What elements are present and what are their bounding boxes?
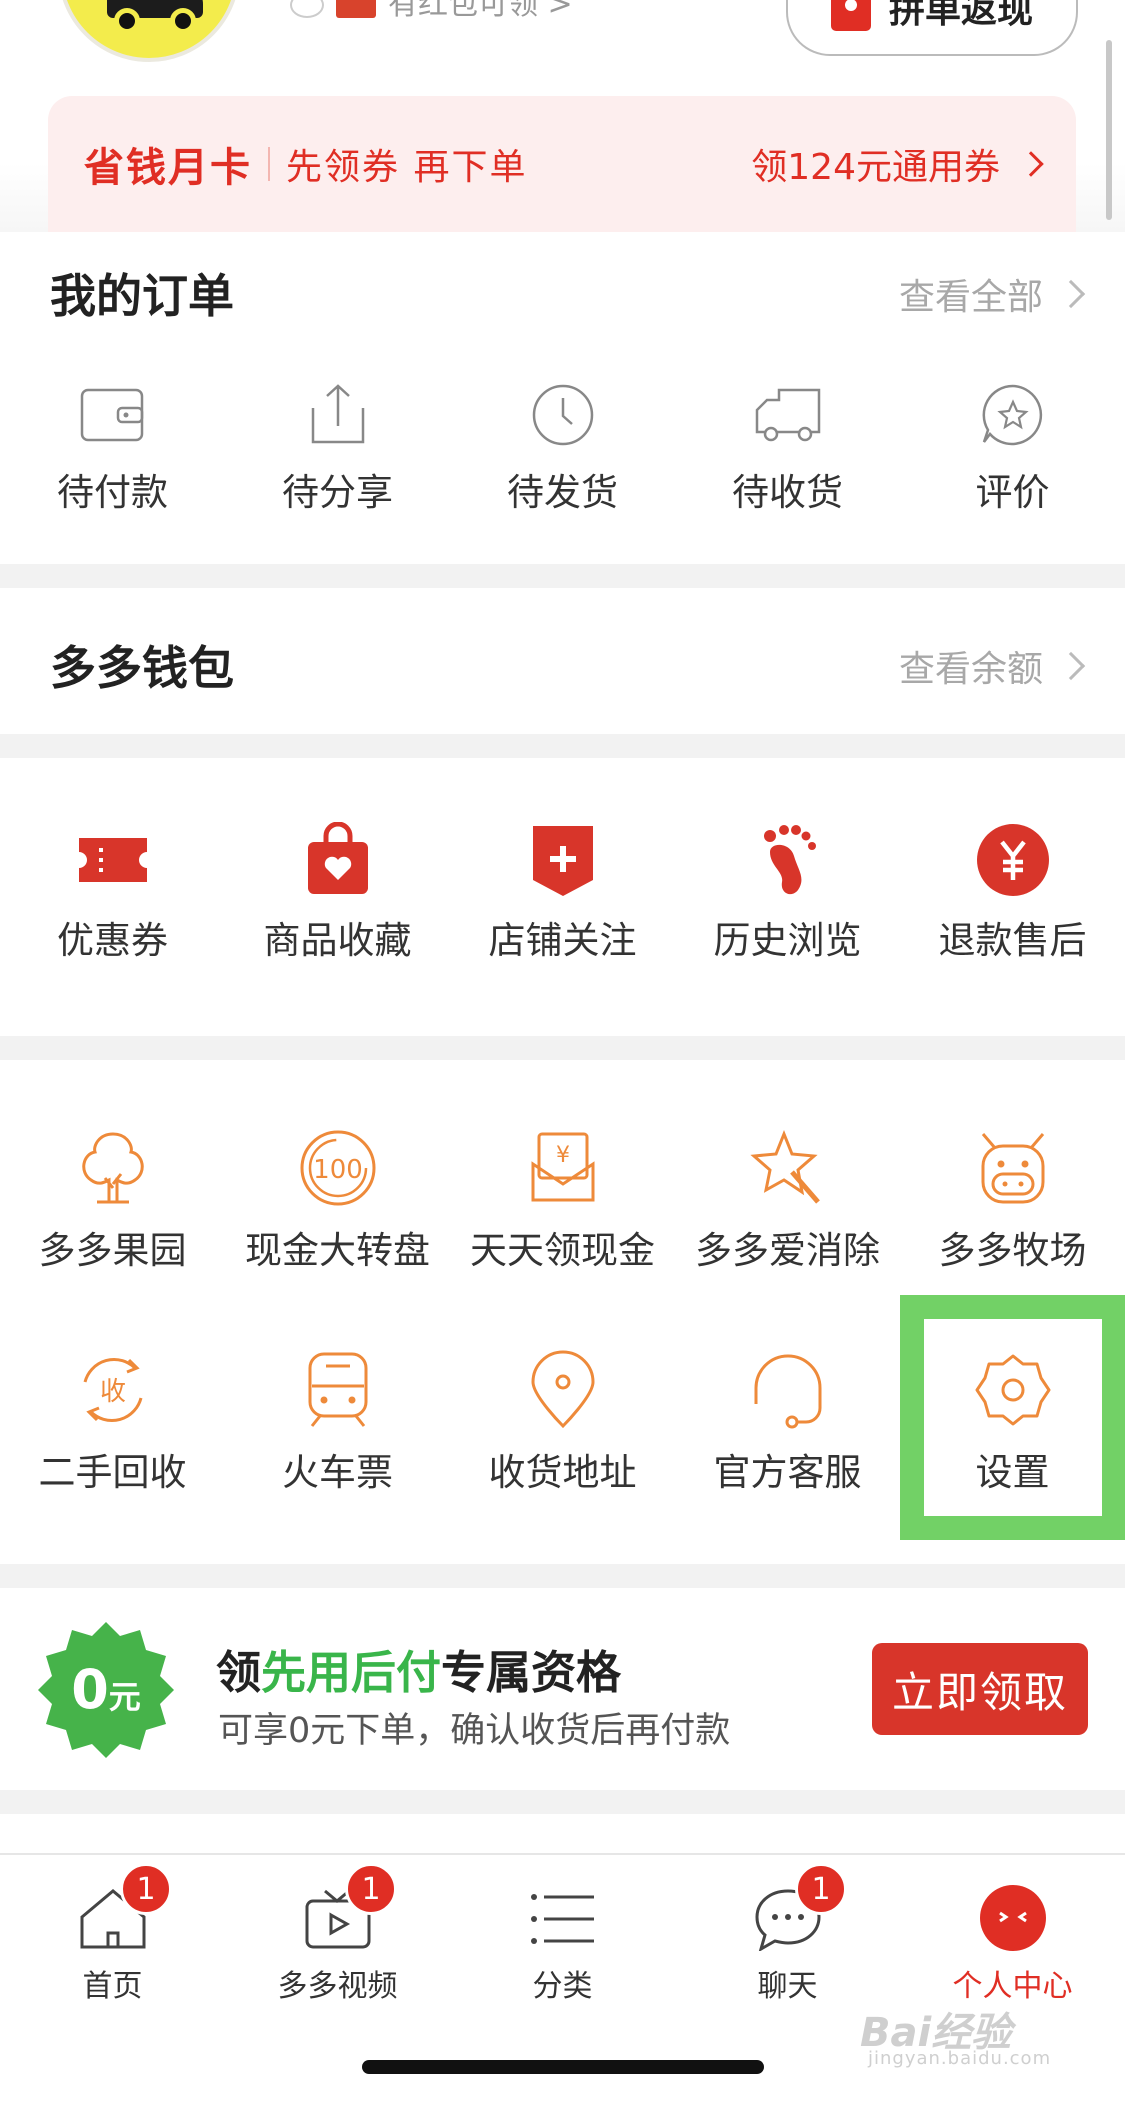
red-packet-hint[interactable]: 有红包可领 > [290,0,573,20]
svg-text:100: 100 [313,1155,363,1185]
divider [268,147,270,181]
store-follow-item[interactable]: 店铺关注 [450,822,675,964]
order-pending-shipment[interactable]: 待发货 [450,382,675,516]
wallet-card[interactable]: 多多钱包 查看余额 [0,588,1125,734]
zero-yuan-badge: 0元 [36,1620,176,1760]
refund-item[interactable]: 退款售后 [900,822,1125,964]
share-icon [311,384,364,444]
order-pending-receipt[interactable]: 待收货 [675,382,900,516]
clock-icon [532,384,593,446]
orders-card: 我的订单 查看全部 待付款 待分享 待发货 待收货 评价 [0,232,1125,564]
service-train-tickets[interactable]: 火车票 [225,1350,450,1496]
train-icon [308,1352,367,1427]
cow-icon [981,1133,1044,1204]
ghost-icon [290,0,324,18]
profile-icon [980,1885,1046,1951]
service-orchard[interactable]: 多多果园 [0,1128,225,1274]
svg-text:收: 收 [99,1377,125,1407]
location-icon [530,1350,595,1429]
category-list-icon [531,1894,594,1944]
promo-coupon-link[interactable]: 领124元通用券 [751,138,1044,190]
cash-envelope-icon: ¥ [531,1132,594,1202]
view-balance-link[interactable]: 查看余额 [899,640,1086,692]
chevron-right-icon [1056,651,1086,681]
group-cashback-button[interactable]: 拼单返现 [786,0,1078,56]
headset-icon [754,1354,821,1429]
promo-subtitle: 先领券 再下单 [286,147,528,188]
service-shipping-address[interactable]: 收货地址 [450,1350,675,1496]
next-card-peek [0,1814,1125,1854]
quick-access-row: 优惠券 商品收藏 店铺关注 历史浏览 退款售后 [0,822,1125,964]
scrollbar[interactable] [1106,40,1112,220]
tree-icon [81,1132,144,1204]
coupons-item[interactable]: 优惠券 [0,822,225,964]
truck-icon [755,388,820,442]
svg-text:¥: ¥ [556,1143,570,1168]
nav-category[interactable]: 分类 [450,1855,675,2035]
service-daily-cash[interactable]: ¥ 天天领现金 [450,1128,675,1274]
services-row-1: 多多果园 100 现金大转盘 ¥ 天天领现金 多多爱消除 多多牧场 [0,1128,1125,1274]
history-item[interactable]: 历史浏览 [675,822,900,964]
savings-card-banner[interactable]: 省钱月卡 先领券 再下单 领124元通用券 [48,96,1076,232]
service-elimination-game[interactable]: 多多爱消除 [675,1128,900,1274]
notification-badge: 1 [795,1863,847,1915]
avatar[interactable] [58,0,240,62]
chevron-right-icon [1056,279,1086,309]
claim-now-button[interactable]: 立即领取 [872,1643,1088,1735]
promo-title: 省钱月卡 [84,145,252,191]
chevron-right-icon [1018,151,1044,177]
order-status-row: 待付款 待分享 待发货 待收货 评价 [0,382,1125,516]
pay-later-subtitle: 可享0元下单，确认收货后再付款 [218,1711,731,1751]
baidu-watermark-url: jingyan.baidu.com [868,2048,1052,2069]
favorite-bag-icon [307,822,368,894]
favorites-item[interactable]: 商品收藏 [225,822,450,964]
coupon-icon [78,838,147,882]
profile-header: 有红包可领 > 拼单返现 省钱月卡 先领券 再下单 领124元通用券 [0,0,1125,232]
store-follow-icon [532,826,593,896]
red-packet-icon [336,0,376,18]
red-envelope-icon [830,0,871,31]
wallet-icon [80,388,143,442]
wheel-100-icon: 100 [300,1130,375,1206]
refund-icon [976,824,1049,896]
notification-badge: 1 [345,1863,397,1915]
order-pending-share[interactable]: 待分享 [225,382,450,516]
settings-highlight-box [900,1295,1125,1540]
nav-video[interactable]: 1 多多视频 [225,1855,450,2035]
home-indicator[interactable] [362,2060,764,2074]
service-ranch[interactable]: 多多牧场 [900,1128,1125,1274]
star-wand-icon [749,1129,820,1204]
nav-home[interactable]: 1 首页 [0,1855,225,2035]
orders-title: 我的订单 [50,269,234,323]
wallet-title: 多多钱包 [50,641,234,695]
quick-access-card: 优惠券 商品收藏 店铺关注 历史浏览 退款售后 [0,758,1125,1036]
footprint-icon [763,825,816,895]
service-cash-wheel[interactable]: 100 现金大转盘 [225,1128,450,1274]
order-review[interactable]: 评价 [900,382,1125,516]
service-recycle[interactable]: 收 二手回收 [0,1350,225,1496]
order-pending-payment[interactable]: 待付款 [0,382,225,516]
pay-later-title: 领先用后付专属资格 [216,1646,622,1699]
notification-badge: 1 [120,1863,172,1915]
view-all-orders-link[interactable]: 查看全部 [899,268,1086,320]
recycle-icon: 收 [83,1357,142,1423]
service-customer-support[interactable]: 官方客服 [675,1350,900,1496]
review-icon [982,384,1042,446]
